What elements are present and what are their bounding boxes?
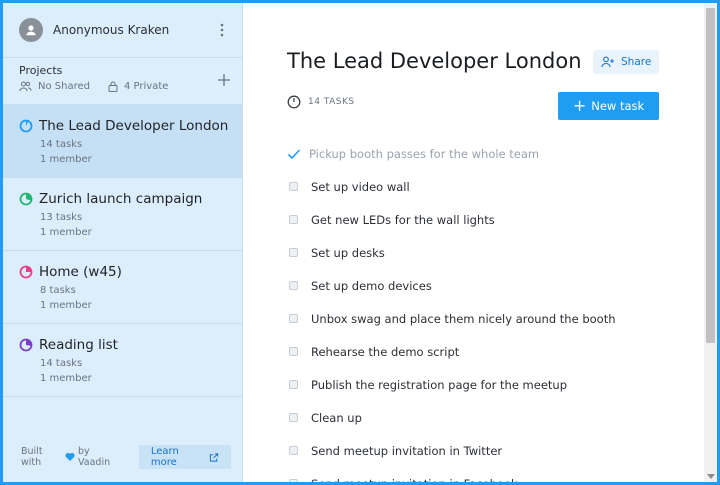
main-content: The Lead Developer London Share 14 TASKS… <box>243 3 704 482</box>
task-label: Set up desks <box>311 245 385 260</box>
project-row: The Lead Developer London <box>19 118 232 134</box>
project-task-count: 14 tasks <box>40 139 83 150</box>
task-label: Send meetup invitation in Facebook <box>311 476 518 485</box>
progress-ring-icon <box>19 338 33 352</box>
plus-icon: + <box>572 96 587 115</box>
sidebar-project-item[interactable]: Zurich launch campaign 13 tasks 1 member <box>3 178 242 251</box>
lock-icon <box>108 81 118 92</box>
task-list: Pickup booth passes for the whole team Se… <box>287 137 687 485</box>
add-project-button[interactable] <box>216 72 232 88</box>
task-checkbox[interactable] <box>289 446 298 455</box>
progress-clock-icon <box>287 95 301 109</box>
project-list: The Lead Developer London 14 tasks 1 membe… <box>3 105 242 397</box>
progress-ring-icon <box>19 265 33 279</box>
project-task-count: 8 tasks <box>40 285 76 296</box>
task-label: Get new LEDs for the wall lights <box>311 212 495 227</box>
sidebar-project-item[interactable]: Reading list 14 tasks 1 member <box>3 324 242 397</box>
task-item[interactable]: Get new LEDs for the wall lights <box>287 203 687 236</box>
task-checkbox[interactable] <box>289 281 298 290</box>
task-checkbox[interactable] <box>289 347 298 356</box>
project-name: The Lead Developer London <box>39 118 229 134</box>
project-member-count: 1 member <box>40 154 92 165</box>
app-window: Anonymous Kraken Projects No Shared 4 Pr… <box>0 0 720 485</box>
project-member-count: 1 member <box>40 300 92 311</box>
task-checkbox[interactable] <box>289 314 298 323</box>
avatar[interactable] <box>19 18 43 42</box>
task-label: Publish the registration page for the me… <box>311 377 568 392</box>
task-checkbox[interactable] <box>289 182 298 191</box>
task-item[interactable]: Rehearse the demo script <box>287 335 687 368</box>
share-button[interactable]: Share <box>593 50 660 74</box>
project-row: Zurich launch campaign <box>19 191 232 207</box>
user-name: Anonymous Kraken <box>53 23 170 37</box>
task-label: Set up demo devices <box>311 278 432 293</box>
progress-ring-icon <box>19 119 33 133</box>
project-task-count: 14 tasks <box>40 358 83 369</box>
project-row: Home (w45) <box>19 264 232 280</box>
task-checkbox[interactable] <box>289 215 298 224</box>
task-item[interactable]: Unbox swag and place them nicely around … <box>287 302 687 335</box>
task-checkbox[interactable] <box>289 413 298 422</box>
scrollbar[interactable] <box>704 3 717 482</box>
project-member-count: 1 member <box>40 373 92 384</box>
task-item[interactable]: Pickup booth passes for the whole team <box>287 137 687 170</box>
checkmark-icon[interactable] <box>287 147 301 161</box>
heart-icon <box>65 452 75 461</box>
task-checkbox[interactable] <box>289 380 298 389</box>
scrollbar-thumb[interactable] <box>706 8 715 343</box>
projects-header: Projects No Shared 4 Private <box>3 58 242 105</box>
task-item[interactable]: Send meetup invitation in Facebook <box>287 467 687 485</box>
plus-icon <box>218 74 230 86</box>
projects-meta: No Shared 4 Private <box>19 81 228 92</box>
task-item[interactable]: Send meetup invitation in Twitter <box>287 434 687 467</box>
task-item[interactable]: Set up video wall <box>287 170 687 203</box>
task-count: 14 TASKS <box>287 95 355 109</box>
shared-count: No Shared <box>19 81 90 92</box>
task-label: Set up video wall <box>311 179 410 194</box>
task-item[interactable]: Clean up <box>287 401 687 434</box>
project-member-count: 1 member <box>40 227 92 238</box>
scroll-down-arrow[interactable] <box>707 474 715 479</box>
project-row: Reading list <box>19 337 232 353</box>
task-label: Send meetup invitation in Twitter <box>311 443 503 458</box>
task-label: Clean up <box>311 410 362 425</box>
task-checkbox[interactable] <box>289 248 298 257</box>
sidebar-footer: Built with by Vaadin Learn more <box>3 432 243 482</box>
sidebar-project-item[interactable]: Home (w45) 8 tasks 1 member <box>3 251 242 324</box>
more-menu-button[interactable] <box>214 22 230 38</box>
task-item[interactable]: Set up desks <box>287 236 687 269</box>
task-label: Rehearse the demo script <box>311 344 460 359</box>
project-task-count: 13 tasks <box>40 212 83 223</box>
page-title: The Lead Developer London <box>287 49 582 73</box>
built-with-text: Built with by Vaadin <box>21 446 111 468</box>
progress-ring-icon <box>19 192 33 206</box>
users-icon <box>19 81 32 92</box>
add-user-icon <box>601 56 614 68</box>
user-header: Anonymous Kraken <box>3 3 242 58</box>
task-checkbox[interactable] <box>289 479 298 482</box>
task-item[interactable]: Publish the registration page for the me… <box>287 368 687 401</box>
project-name: Reading list <box>39 337 118 353</box>
project-name: Home (w45) <box>39 264 122 280</box>
learn-more-button[interactable]: Learn more <box>138 445 231 469</box>
task-item[interactable]: Set up demo devices <box>287 269 687 302</box>
external-link-icon <box>209 452 219 462</box>
private-count: 4 Private <box>108 81 168 92</box>
task-label: Unbox swag and place them nicely around … <box>311 311 616 326</box>
new-task-button[interactable]: + New task <box>558 92 659 120</box>
project-name: Zurich launch campaign <box>39 191 203 207</box>
task-label: Pickup booth passes for the whole team <box>309 146 540 161</box>
projects-title: Projects <box>19 64 63 77</box>
user-icon <box>26 25 36 36</box>
sidebar-project-item[interactable]: The Lead Developer London 14 tasks 1 membe… <box>3 105 242 178</box>
sidebar: Anonymous Kraken Projects No Shared 4 Pr… <box>3 3 243 482</box>
more-vertical-icon <box>220 23 224 37</box>
